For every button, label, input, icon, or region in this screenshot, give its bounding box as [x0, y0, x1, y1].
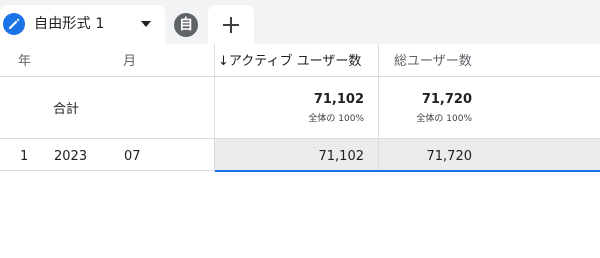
header-total-users[interactable]: 総ユーザー数	[394, 54, 472, 70]
tab-exploration-chip[interactable]: 自	[166, 5, 206, 44]
header-divider	[0, 76, 600, 77]
data-table: 年 月 ↓アクティブ ユーザー数 総ユーザー数 合計 71,102 全体の 10…	[0, 44, 600, 258]
row-year: 2023	[54, 149, 88, 164]
header-active-users[interactable]: ↓アクティブ ユーザー数	[218, 54, 361, 70]
row-active-users: 71,102	[318, 149, 365, 164]
row-highlight-underline	[215, 170, 600, 172]
totals-active-users-pct: 全体の 100%	[308, 114, 364, 124]
totals-total-users: 71,720	[421, 92, 472, 107]
header-year[interactable]: 年	[18, 54, 31, 70]
totals-total-users-pct: 全体の 100%	[416, 114, 472, 124]
tab-exploration-active[interactable]: 自由形式 1	[0, 5, 165, 44]
plus-icon	[223, 16, 239, 33]
tab-chip-avatar: 自	[174, 12, 198, 37]
tab-label: 自由形式 1	[34, 16, 105, 32]
row-index: 1	[20, 149, 29, 164]
row-total-users: 71,720	[426, 149, 473, 164]
pencil-icon	[3, 13, 25, 35]
tab-bar: 自由形式 1 自	[0, 0, 600, 44]
add-tab-button[interactable]	[208, 5, 254, 44]
row-divider	[0, 170, 214, 171]
totals-label: 合計	[53, 102, 80, 117]
caret-down-icon[interactable]	[139, 19, 153, 29]
row-month: 07	[124, 149, 141, 164]
header-month[interactable]: 月	[123, 54, 136, 70]
totals-active-users: 71,102	[313, 92, 364, 107]
